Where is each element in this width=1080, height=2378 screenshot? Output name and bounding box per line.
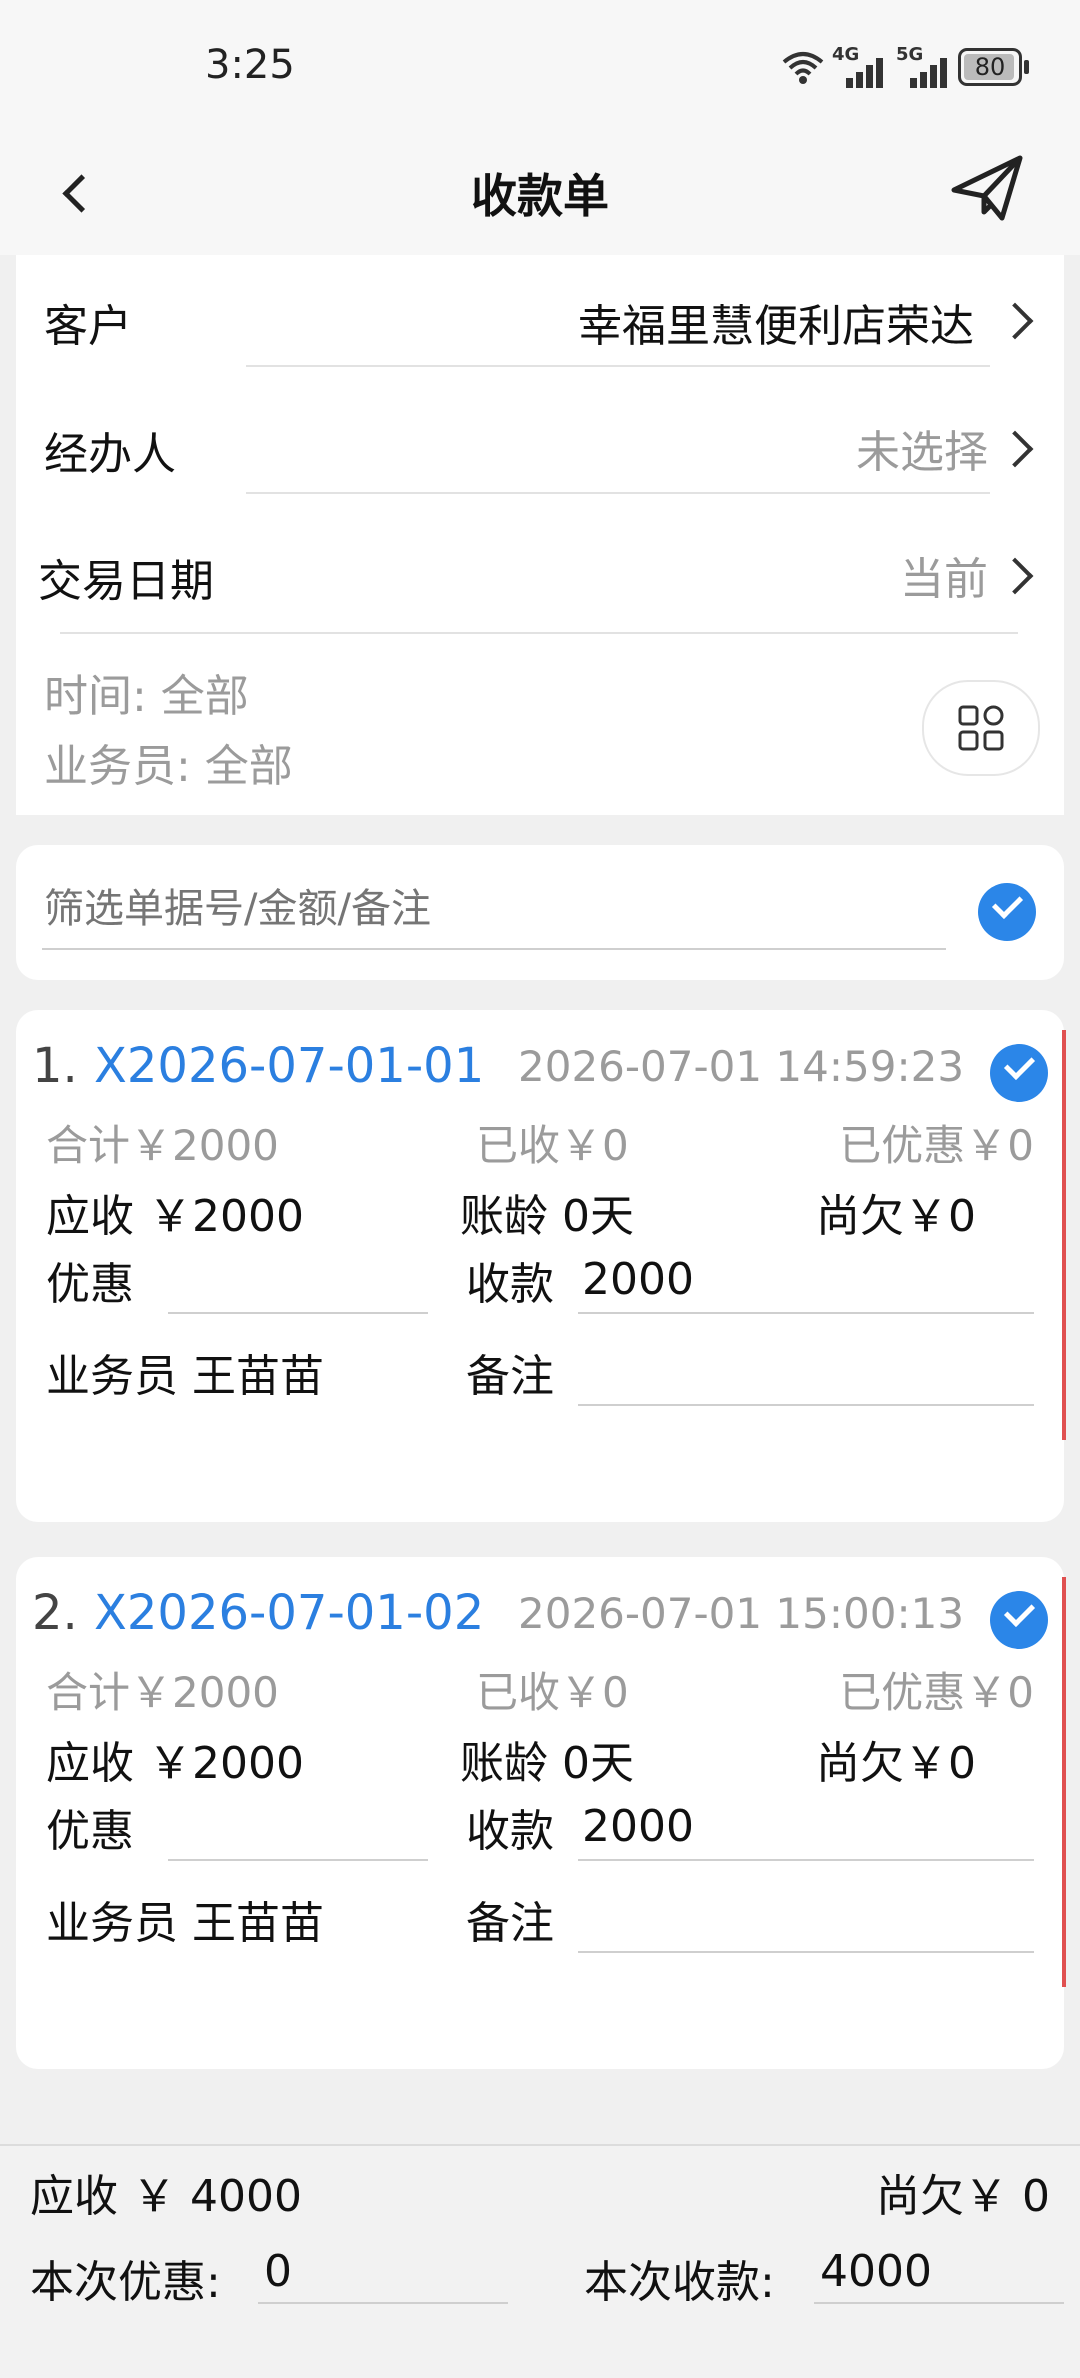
wifi-icon [780, 48, 826, 90]
discount-input[interactable] [168, 1252, 424, 1312]
order-received: 已收￥0 [476, 1121, 629, 1170]
chevron-right-icon [996, 557, 1034, 595]
handler-row[interactable]: 经办人 未选择 [16, 388, 1064, 498]
send-icon [951, 155, 1023, 221]
signal-5g-icon [900, 58, 950, 92]
order-owed: 尚欠￥0 [816, 1738, 976, 1789]
footer-discount-input[interactable]: 0 [264, 2246, 504, 2306]
search-confirm-check-icon[interactable] [978, 883, 1036, 941]
filter-staff[interactable]: 业务员: 全部 [44, 730, 293, 794]
status-time: 3:25 [205, 42, 295, 88]
search-input[interactable] [42, 873, 946, 945]
discount-input[interactable] [168, 1799, 424, 1859]
order-id-link[interactable]: X2026-07-01-02 [94, 1585, 484, 1641]
order-datetime: 2026-07-01 15:00:13 [518, 1589, 965, 1638]
payment-label: 收款 [466, 1259, 554, 1310]
search-underline [42, 948, 946, 950]
note-label: 备注 [466, 1351, 554, 1402]
status-bar: 3:25 4G 5G 80 [0, 0, 1080, 130]
order-staff: 业务员 王苗苗 [46, 1351, 324, 1402]
footer-owed: 尚欠￥ 0 [876, 2171, 1050, 2222]
summary-footer: 应收 ￥ 4000 尚欠￥ 0 本次优惠: 0 本次收款: 4000 [0, 2144, 1080, 2378]
payment-underline [578, 1312, 1034, 1314]
handler-label: 经办人 [44, 429, 176, 480]
divider [246, 492, 990, 494]
send-button[interactable] [950, 152, 1026, 228]
order-datetime: 2026-07-01 14:59:23 [518, 1042, 965, 1091]
customer-label: 客户 [44, 301, 132, 352]
trade-date-row[interactable]: 交易日期 当前 [16, 515, 1064, 625]
discount-label: 优惠 [46, 1806, 134, 1857]
order-discounted: 已优惠￥0 [839, 1121, 1034, 1170]
footer-discount-underline [258, 2302, 508, 2304]
discount-label: 优惠 [46, 1259, 134, 1310]
payment-input[interactable]: 2000 [582, 1254, 1022, 1314]
footer-discount-label: 本次优惠: [30, 2257, 221, 2308]
note-underline [578, 1404, 1034, 1406]
order-staff: 业务员 王苗苗 [46, 1898, 324, 1949]
order-total: 合计￥2000 [46, 1668, 279, 1717]
order-card[interactable]: 2. X2026-07-01-02 2026-07-01 15:00:13 合计… [16, 1557, 1066, 2069]
trade-date-value: 当前 [900, 554, 988, 605]
payment-input[interactable]: 2000 [582, 1801, 1022, 1861]
customer-row[interactable]: 客户 幸福里慧便利店荣达 [16, 260, 1064, 370]
order-total: 合计￥2000 [46, 1121, 279, 1170]
order-due: 应收 ￥2000 [46, 1738, 304, 1789]
order-index: 1. [32, 1038, 78, 1094]
footer-payment-label: 本次收款: [584, 2257, 775, 2308]
order-age: 账龄 0天 [460, 1191, 634, 1242]
order-owed: 尚欠￥0 [816, 1191, 976, 1242]
note-underline [578, 1951, 1034, 1953]
search-card [16, 845, 1064, 980]
footer-due: 应收 ￥ 4000 [30, 2171, 302, 2222]
battery-tip [1024, 60, 1029, 74]
battery-icon: 80 [958, 48, 1022, 86]
order-index: 2. [32, 1585, 78, 1641]
filter-time[interactable]: 时间: 全部 [44, 660, 249, 724]
nav-bar: 收款单 [0, 130, 1080, 255]
discount-underline [168, 1312, 428, 1314]
note-input[interactable] [582, 1344, 1022, 1404]
divider [246, 365, 990, 367]
order-discounted: 已优惠￥0 [839, 1668, 1034, 1717]
payment-underline [578, 1859, 1034, 1861]
order-due: 应收 ￥2000 [46, 1191, 304, 1242]
handler-value: 未选择 [856, 427, 988, 478]
card-edge-marker [1062, 1030, 1066, 1440]
chevron-right-icon [996, 302, 1034, 340]
payment-label: 收款 [466, 1806, 554, 1857]
chevron-right-icon [996, 430, 1034, 468]
order-card[interactable]: 1. X2026-07-01-01 2026-07-01 14:59:23 合计… [16, 1010, 1066, 1522]
customer-value: 幸福里慧便利店荣达 [578, 301, 974, 352]
order-selected-check-icon[interactable] [990, 1591, 1048, 1649]
trade-date-label: 交易日期 [38, 556, 214, 607]
footer-payment-input[interactable]: 4000 [820, 2246, 1060, 2306]
order-received: 已收￥0 [476, 1668, 629, 1717]
order-age: 账龄 0天 [460, 1738, 634, 1789]
signal-4g-icon [836, 58, 886, 92]
note-label: 备注 [466, 1898, 554, 1949]
note-input[interactable] [582, 1891, 1022, 1951]
grid-view-button[interactable] [922, 680, 1040, 776]
footer-payment-underline [814, 2302, 1064, 2304]
order-selected-check-icon[interactable] [990, 1044, 1048, 1102]
discount-underline [168, 1859, 428, 1861]
divider [60, 632, 1018, 634]
order-id-link[interactable]: X2026-07-01-01 [94, 1038, 484, 1094]
page-title: 收款单 [471, 169, 609, 223]
battery-level: 80 [974, 53, 1006, 81]
grid-icon [958, 705, 1004, 751]
card-edge-marker [1062, 1577, 1066, 1987]
